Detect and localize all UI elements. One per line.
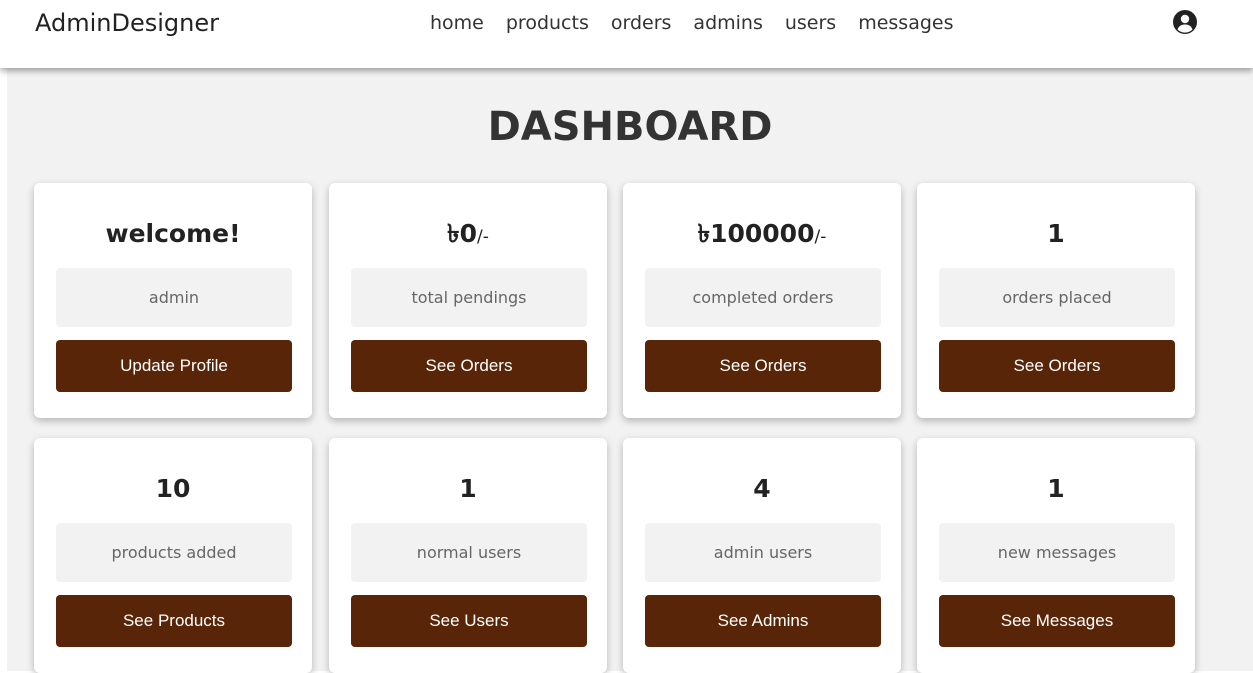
card-label: admin: [56, 268, 292, 327]
card-label: products added: [56, 523, 292, 582]
card-total-pendings: ৳0/- total pendings See Orders: [329, 183, 607, 418]
card-orders-placed: 1 orders placed See Orders: [917, 183, 1195, 418]
see-messages-button[interactable]: See Messages: [939, 595, 1175, 647]
nav-messages[interactable]: messages: [858, 8, 953, 38]
card-label: new messages: [939, 523, 1175, 582]
nav-admins[interactable]: admins: [693, 8, 762, 38]
card-value: welcome!: [105, 219, 241, 248]
dashboard-main: DASHBOARD welcome! admin Update Profile …: [7, 68, 1253, 673]
see-orders-button[interactable]: See Orders: [939, 340, 1175, 392]
card-label: total pendings: [351, 268, 587, 327]
card-value: ৳100000/-: [697, 219, 827, 248]
card-value: 1: [459, 474, 477, 503]
nav-products[interactable]: products: [506, 8, 589, 38]
card-label: orders placed: [939, 268, 1175, 327]
nav-orders[interactable]: orders: [611, 8, 672, 38]
see-admins-button[interactable]: See Admins: [645, 595, 881, 647]
see-products-button[interactable]: See Products: [56, 595, 292, 647]
card-normal-users: 1 normal users See Users: [329, 438, 607, 673]
card-new-messages: 1 new messages See Messages: [917, 438, 1195, 673]
nav-home[interactable]: home: [430, 8, 484, 38]
see-orders-button[interactable]: See Orders: [645, 340, 881, 392]
card-value: 1: [1047, 474, 1065, 503]
page-title: DASHBOARD: [487, 104, 773, 150]
main-nav: home products orders admins users messag…: [430, 8, 976, 38]
nav-users[interactable]: users: [785, 8, 836, 38]
card-products-added: 10 products added See Products: [34, 438, 312, 673]
user-circle-icon[interactable]: [1173, 10, 1197, 34]
card-value: 10: [155, 474, 191, 503]
card-completed-orders: ৳100000/- completed orders See Orders: [623, 183, 901, 418]
card-value: 4: [753, 474, 771, 503]
update-profile-button[interactable]: Update Profile: [56, 340, 292, 392]
see-users-button[interactable]: See Users: [351, 595, 587, 647]
card-welcome: welcome! admin Update Profile: [34, 183, 312, 418]
card-label: normal users: [351, 523, 587, 582]
card-label: completed orders: [645, 268, 881, 327]
logo[interactable]: AdminDesigner: [35, 6, 219, 40]
header: AdminDesigner home products orders admin…: [0, 0, 1253, 68]
card-label: admin users: [645, 523, 881, 582]
card-admin-users: 4 admin users See Admins: [623, 438, 901, 673]
card-value: ৳0/-: [447, 219, 489, 248]
card-value: 1: [1047, 219, 1065, 248]
see-orders-button[interactable]: See Orders: [351, 340, 587, 392]
